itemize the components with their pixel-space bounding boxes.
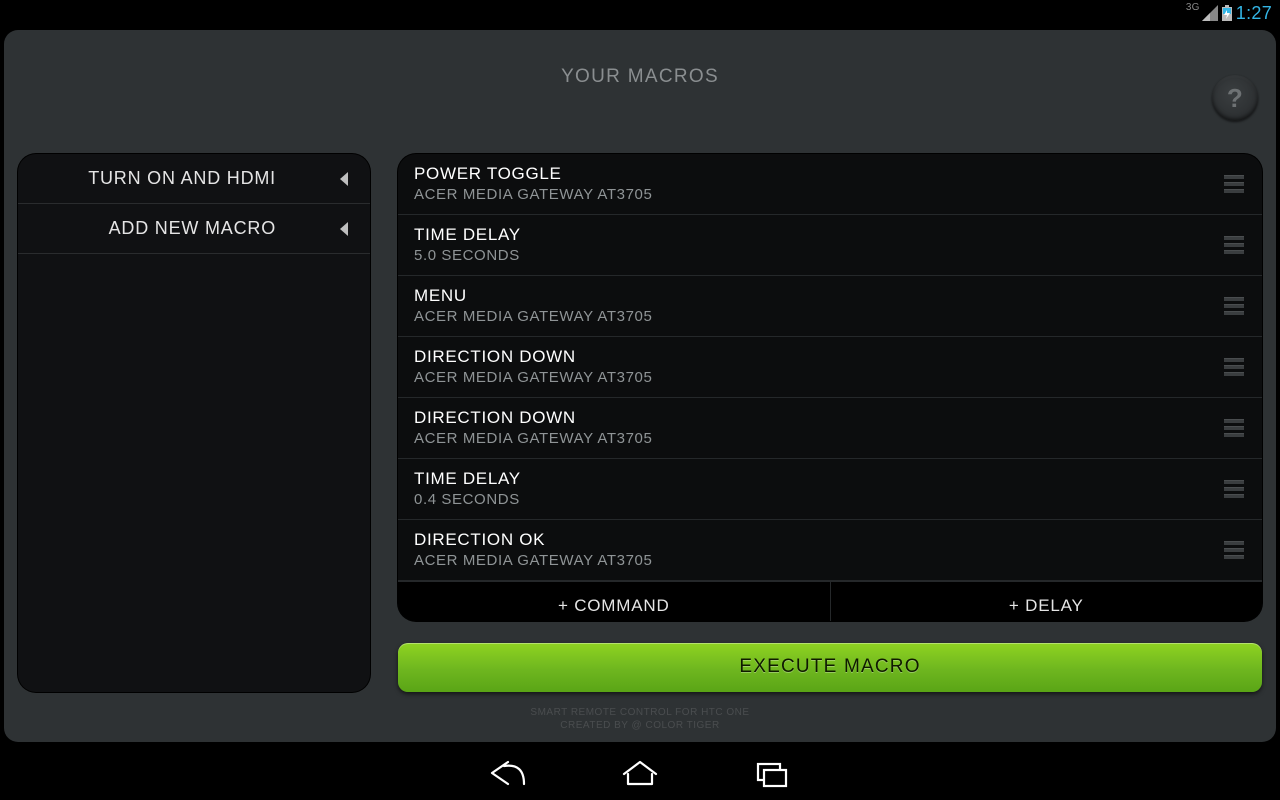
step-subtitle: ACER MEDIA GATEWAY AT3705 xyxy=(414,368,1224,388)
chevron-left-icon xyxy=(340,172,350,186)
step-row[interactable]: POWER TOGGLE ACER MEDIA GATEWAY AT3705 xyxy=(398,154,1262,215)
sidebar-item-add-macro[interactable]: ADD NEW MACRO xyxy=(18,204,370,254)
nav-back-button[interactable] xyxy=(486,758,530,788)
clock: 1:27 xyxy=(1236,3,1272,24)
add-command-label: + COMMAND xyxy=(558,596,670,616)
macro-sidebar: TURN ON AND HDMI ADD NEW MACRO xyxy=(18,154,370,692)
footer-line2: CREATED BY @ COLOR TIGER xyxy=(4,719,1276,732)
step-row[interactable]: TIME DELAY 5.0 SECONDS xyxy=(398,215,1262,276)
step-subtitle: ACER MEDIA GATEWAY AT3705 xyxy=(414,185,1224,205)
drag-handle-icon[interactable] xyxy=(1224,419,1246,437)
step-title: POWER TOGGLE xyxy=(414,163,1224,185)
step-title: DIRECTION DOWN xyxy=(414,407,1224,429)
chevron-left-icon xyxy=(340,222,350,236)
nav-recent-button[interactable] xyxy=(750,758,794,788)
android-statusbar: 3G 1:27 xyxy=(0,0,1280,26)
macro-editor: POWER TOGGLE ACER MEDIA GATEWAY AT3705 T… xyxy=(398,154,1262,692)
step-subtitle: ACER MEDIA GATEWAY AT3705 xyxy=(414,307,1224,327)
battery-icon xyxy=(1222,5,1232,21)
step-row[interactable]: MENU ACER MEDIA GATEWAY AT3705 xyxy=(398,276,1262,337)
add-delay-label: + DELAY xyxy=(1009,596,1084,616)
step-title: DIRECTION OK xyxy=(414,529,1224,551)
add-delay-button[interactable]: + DELAY xyxy=(830,582,1263,621)
step-subtitle: ACER MEDIA GATEWAY AT3705 xyxy=(414,429,1224,449)
step-title: DIRECTION DOWN xyxy=(414,346,1224,368)
help-button[interactable]: ? xyxy=(1212,75,1258,121)
app-header: YOUR MACROS ? xyxy=(4,30,1276,124)
add-action-row: + COMMAND + DELAY xyxy=(398,581,1262,621)
drag-handle-icon[interactable] xyxy=(1224,541,1246,559)
drag-handle-icon[interactable] xyxy=(1224,358,1246,376)
android-navbar xyxy=(0,746,1280,800)
step-list: POWER TOGGLE ACER MEDIA GATEWAY AT3705 T… xyxy=(398,154,1262,621)
step-title: MENU xyxy=(414,285,1224,307)
drag-handle-icon[interactable] xyxy=(1224,236,1246,254)
drag-handle-icon[interactable] xyxy=(1224,175,1246,193)
drag-handle-icon[interactable] xyxy=(1224,297,1246,315)
footer-credits: SMART REMOTE CONTROL FOR HTC ONE CREATED… xyxy=(4,706,1276,732)
page-title: YOUR MACROS xyxy=(561,66,719,88)
step-row[interactable]: DIRECTION OK ACER MEDIA GATEWAY AT3705 xyxy=(398,520,1262,581)
step-subtitle: 0.4 SECONDS xyxy=(414,490,1224,510)
app-body: TURN ON AND HDMI ADD NEW MACRO POWER TOG… xyxy=(18,154,1262,692)
execute-macro-label: EXECUTE MACRO xyxy=(739,656,920,678)
step-title: TIME DELAY xyxy=(414,224,1224,246)
step-title: TIME DELAY xyxy=(414,468,1224,490)
sidebar-item-label: TURN ON AND HDMI xyxy=(88,168,276,189)
sidebar-item-current-macro[interactable]: TURN ON AND HDMI xyxy=(18,154,370,204)
signal-icon xyxy=(1202,5,1218,21)
step-row[interactable]: TIME DELAY 0.4 SECONDS xyxy=(398,459,1262,520)
drag-handle-icon[interactable] xyxy=(1224,480,1246,498)
network-label: 3G xyxy=(1186,3,1200,13)
app-window: YOUR MACROS ? TURN ON AND HDMI ADD NEW M… xyxy=(4,30,1276,742)
execute-macro-button[interactable]: EXECUTE MACRO xyxy=(398,643,1262,692)
nav-home-button[interactable] xyxy=(618,758,662,788)
step-subtitle: ACER MEDIA GATEWAY AT3705 xyxy=(414,551,1224,571)
step-row[interactable]: DIRECTION DOWN ACER MEDIA GATEWAY AT3705 xyxy=(398,337,1262,398)
add-command-button[interactable]: + COMMAND xyxy=(398,582,830,621)
sidebar-item-label: ADD NEW MACRO xyxy=(109,218,276,239)
step-subtitle: 5.0 SECONDS xyxy=(414,246,1224,266)
step-row[interactable]: DIRECTION DOWN ACER MEDIA GATEWAY AT3705 xyxy=(398,398,1262,459)
footer-line1: SMART REMOTE CONTROL FOR HTC ONE xyxy=(4,706,1276,719)
help-icon: ? xyxy=(1227,83,1243,114)
